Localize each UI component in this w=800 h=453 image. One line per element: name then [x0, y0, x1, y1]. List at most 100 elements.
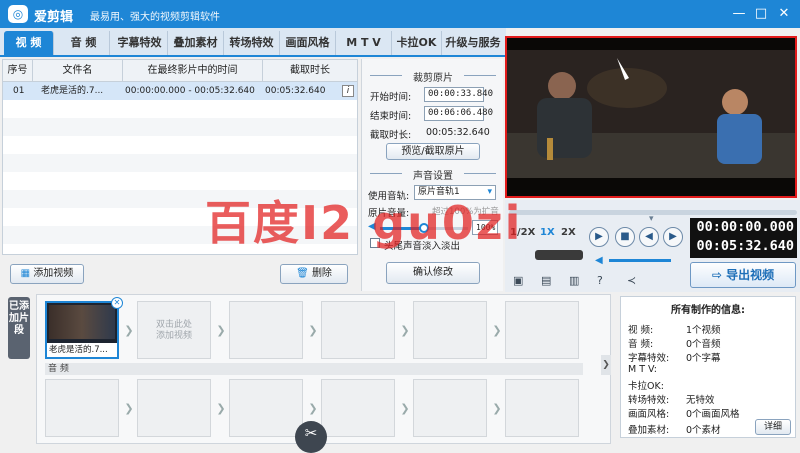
delete-button[interactable]: 🗑 删除 [280, 264, 348, 284]
row-span: 00:00:00.000 - 00:05:32.640 [125, 86, 255, 96]
scroll-right-icon[interactable]: ❯ [601, 355, 611, 375]
info-icon[interactable]: i [342, 85, 354, 97]
arrow-icon: ❯ [216, 324, 226, 337]
audio-slot[interactable] [229, 379, 303, 437]
info-transition-value: 无特效 [686, 395, 715, 406]
info-audio-label: 音 频: [628, 339, 654, 350]
tab-video[interactable]: 视 频 [4, 31, 54, 55]
empty-slot[interactable] [321, 301, 395, 359]
app-name: 爱剪辑 [34, 10, 74, 25]
export-video-button[interactable]: ⇨ 导出视频 [690, 262, 796, 288]
app-logo-icon: ◎ [8, 5, 28, 23]
current-time: 00:00:00.000 [696, 219, 794, 235]
tab-mtv[interactable]: M T V [336, 31, 392, 55]
tab-audio[interactable]: 音 频 [58, 31, 110, 55]
col-time-in-movie: 在最终影片中的时间 [123, 60, 263, 82]
arrow-icon: ❯ [400, 324, 410, 337]
added-clips-tab[interactable]: 已添加片段 [8, 297, 30, 359]
scissors-icon[interactable]: ✂ [295, 421, 327, 453]
export-label: 导出视频 [726, 268, 775, 282]
delete-label: 删除 [311, 268, 332, 279]
collapse-chevron-icon[interactable]: ▾ [649, 214, 654, 224]
help-icon[interactable]: ? [597, 274, 603, 287]
preview-clip-button[interactable]: 预览/截取原片 [386, 143, 480, 160]
tab-subtitle-effects[interactable]: 字幕特效 [112, 31, 168, 55]
share-icon[interactable]: ≺ [627, 274, 636, 287]
clip-section-title: 裁剪原片 [370, 69, 496, 84]
audio-slot[interactable] [321, 379, 395, 437]
info-transition-label: 转场特效: [628, 395, 670, 406]
player-volume-slider[interactable] [609, 259, 671, 262]
end-time-field[interactable]: 00:06:06.480 [424, 106, 493, 121]
prev-frame-icon[interactable]: ◀ [639, 227, 659, 247]
duration-value: 00:05:32.640 [426, 127, 490, 138]
clip-settings-panel: 裁剪原片 开始时间: 00:00:33.840 结束时间: 00:06:06.4… [361, 59, 503, 291]
stop-icon[interactable]: ■ [615, 227, 635, 247]
video-preview[interactable] [505, 36, 797, 198]
empty-slot[interactable] [413, 301, 487, 359]
info-karaoke-label: 卡拉OK: [628, 381, 664, 392]
row-duration: 00:05:32.640 [265, 86, 326, 96]
empty-slot[interactable] [505, 301, 579, 359]
audio-section-title: 声音设置 [370, 167, 496, 182]
audio-track-label: 音 频 [45, 363, 583, 375]
jog-bar[interactable] [535, 250, 583, 260]
total-time: 00:05:32.640 [696, 238, 794, 254]
start-time-field[interactable]: 00:00:33.840 [424, 87, 493, 102]
film-icon: ▦ [20, 268, 34, 279]
info-subtitle-value: 0个字幕 [686, 353, 721, 364]
tab-overlay[interactable]: 叠加素材 [168, 31, 224, 55]
remove-clip-icon[interactable]: ✕ [111, 297, 123, 309]
clip-thumbnail[interactable]: 老虎是活的.7... ✕ [45, 297, 123, 359]
info-video-value: 1个视频 [686, 325, 721, 336]
tab-style[interactable]: 画面风格 [280, 31, 336, 55]
info-style-label: 画面风格: [628, 409, 670, 420]
audio-slot[interactable] [137, 379, 211, 437]
arrow-icon: ❯ [400, 402, 410, 415]
audio-slot[interactable] [505, 379, 579, 437]
tab-karaoke[interactable]: 卡拉OK [392, 31, 442, 55]
time-display: 00:00:00.000 00:05:32.640 [690, 218, 797, 258]
next-frame-icon[interactable]: ▶ [663, 227, 683, 247]
speed-normal[interactable]: 1X [540, 227, 555, 238]
video-frame-image [507, 38, 795, 196]
player-controls: ▾ 1/2X 1X 2X ▶ ■ ◀ ▶ 00:00:00.000 00:05:… [505, 200, 800, 292]
clip-timeline: 老虎是活的.7... ✕ ❯ 双击此处 添加视频 ❯ ❯ ❯ ❯ 音 频 ❯ ❯… [36, 294, 611, 453]
folder-icon[interactable]: ▤ [541, 274, 551, 287]
empty-slot[interactable] [229, 301, 303, 359]
snapshot-icon[interactable]: ▣ [513, 274, 523, 287]
col-filename: 文件名 [33, 60, 123, 82]
arrow-icon: ❯ [308, 324, 318, 337]
main-tab-bar: 视 频 音 频 字幕特效 叠加素材 转场特效 画面风格 M T V 卡拉OK 升… [0, 28, 506, 57]
export-icon: ⇨ [711, 268, 727, 282]
save-icon[interactable]: ▥ [569, 274, 579, 287]
tab-upgrade[interactable]: 升级与服务 [442, 31, 504, 55]
add-video-button[interactable]: ▦ 添加视频 [10, 264, 84, 284]
minimize-button[interactable]: — [730, 5, 748, 23]
play-icon[interactable]: ▶ [589, 227, 609, 247]
info-overlay-value: 0个素材 [686, 425, 721, 436]
audio-slot[interactable] [45, 379, 119, 437]
arrow-icon: ❯ [492, 324, 502, 337]
add-video-slot[interactable]: 双击此处 添加视频 [137, 301, 211, 359]
start-label: 开始时间: [370, 92, 412, 103]
add-video-slot-text: 双击此处 添加视频 [155, 320, 192, 341]
row-index: 01 [13, 86, 25, 96]
info-subtitle-label: 字幕特效: [628, 353, 670, 364]
watermark-text: 百度I2 gu0zi [205, 196, 523, 250]
detail-button[interactable]: 详细 [755, 419, 791, 435]
trash-icon: 🗑 [296, 268, 312, 279]
close-button[interactable]: ✕ [775, 5, 793, 23]
add-video-label: 添加视频 [33, 268, 74, 279]
confirm-button[interactable]: 确认修改 [386, 262, 480, 284]
table-row[interactable]: 01 老虎是活的.7... 00:00:00.000 - 00:05:32.64… [3, 82, 357, 100]
player-volume-icon[interactable]: ◀ [595, 255, 603, 266]
speed-double[interactable]: 2X [561, 227, 576, 238]
tab-transition[interactable]: 转场特效 [224, 31, 280, 55]
audio-slot[interactable] [413, 379, 487, 437]
info-overlay-label: 叠加素材: [628, 425, 670, 436]
production-info-panel: 所有制作的信息: 视 频: 1个视频 音 频: 0个音频 字幕特效: 0个字幕 … [620, 296, 796, 438]
maximize-button[interactable]: □ [752, 5, 770, 23]
col-duration: 截取时长 [290, 65, 330, 76]
app-slogan: 最易用、强大的视频剪辑软件 [90, 12, 220, 23]
